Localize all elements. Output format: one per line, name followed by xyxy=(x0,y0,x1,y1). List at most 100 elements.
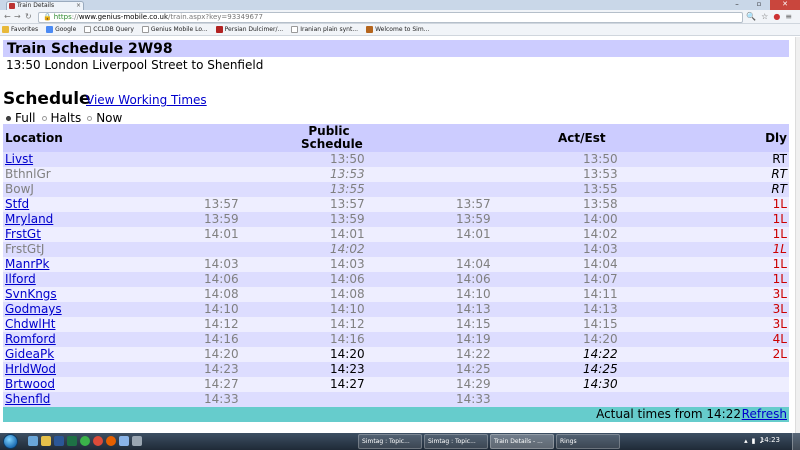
view-working-times-link[interactable]: View Working Times xyxy=(86,93,207,107)
actual-estimated-time: 14:00 xyxy=(583,212,618,226)
public-time: 14:10 xyxy=(330,302,365,316)
working-actual-time: 14:19 xyxy=(456,332,491,346)
train-route: 13:50 London Liverpool Street to Shenfie… xyxy=(6,58,264,72)
location-link[interactable]: ManrPk xyxy=(5,257,49,272)
location-link[interactable]: FrstGt xyxy=(5,227,41,242)
actual-estimated-time: 14:20 xyxy=(583,332,618,346)
delay-value: 3L xyxy=(772,302,787,316)
actual-estimated-time: 14:25 xyxy=(583,362,618,376)
page-title: Train Schedule 2W98 xyxy=(7,41,173,57)
word-icon[interactable] xyxy=(54,436,64,446)
generic-app-icon[interactable] xyxy=(132,436,142,446)
actual-estimated-time: 13:53 xyxy=(583,167,618,181)
bookmark-persian[interactable]: Persian Dulcimer/... xyxy=(215,26,283,33)
location-link[interactable]: Romford xyxy=(5,332,56,347)
bookmark-welcome[interactable]: Welcome to Sim... xyxy=(366,26,429,33)
reload-icon[interactable]: ↻ xyxy=(25,12,32,21)
radio-now[interactable]: Now xyxy=(87,111,122,125)
chrome-icon[interactable] xyxy=(93,436,103,446)
system-clock[interactable]: 14:23 xyxy=(760,436,780,444)
taskbar-window-button[interactable]: Simtag : Topic... xyxy=(358,434,422,449)
location-link[interactable]: SvnKngs xyxy=(5,287,57,302)
windows-taskbar: Simtag : Topic... Simtag : Topic... Train … xyxy=(0,433,800,450)
excel-icon[interactable] xyxy=(67,436,77,446)
menu-icon[interactable]: ≡ xyxy=(785,12,792,21)
firefox-icon[interactable] xyxy=(106,436,116,446)
extension-icon[interactable]: ● xyxy=(773,12,780,21)
public-time: 13:57 xyxy=(330,197,365,211)
network-icon[interactable]: ▮ xyxy=(752,437,756,445)
view-mode-radios: Full Halts Now xyxy=(6,111,128,125)
taskbar-buttons: Simtag : Topic... Simtag : Topic... Train … xyxy=(358,434,620,449)
desktop-icon[interactable] xyxy=(28,436,38,446)
quick-launch xyxy=(28,436,142,446)
browser-tab[interactable]: Train Details × xyxy=(6,1,84,10)
radio-now-dot[interactable] xyxy=(87,115,93,121)
toolbar-icons: 🔍 ☆ ● ≡ xyxy=(746,12,792,21)
actual-estimated-time: 13:58 xyxy=(583,197,618,211)
bookmark-genius[interactable]: Genius Mobile Lo... xyxy=(141,26,208,33)
taskbar-window-button[interactable]: Simtag : Topic... xyxy=(424,434,488,449)
minimize-button[interactable]: – xyxy=(726,0,748,10)
location-link[interactable]: HrldWod xyxy=(5,362,56,377)
site-icon xyxy=(215,26,223,33)
forward-arrow-icon[interactable]: → xyxy=(14,12,21,21)
header-public-schedule: Public Schedule xyxy=(301,124,363,151)
explorer-icon[interactable] xyxy=(41,436,51,446)
show-desktop-button[interactable] xyxy=(792,433,800,450)
page-scrollbar[interactable] xyxy=(795,37,800,433)
bookmark-star-icon[interactable]: ☆ xyxy=(761,12,768,21)
working-actual-time: 14:33 xyxy=(456,392,491,406)
location-link[interactable]: Brtwood xyxy=(5,377,55,392)
bookmark-ccldb[interactable]: CCLDB Query xyxy=(84,26,134,33)
header-location: Location xyxy=(5,131,63,145)
window-close-button[interactable]: ✕ xyxy=(770,0,800,10)
location-link[interactable]: Ilford xyxy=(5,272,36,287)
folder-icon xyxy=(2,26,9,33)
address-bar[interactable]: 🔒 https://www.genius-mobile.co.uk/train.a… xyxy=(38,12,743,23)
bookmark-iranian[interactable]: Iranian plain synt... xyxy=(291,26,358,33)
page-favicon-icon xyxy=(9,3,15,9)
tab-close-icon[interactable]: × xyxy=(76,2,81,10)
working-time: 14:12 xyxy=(204,317,239,331)
actual-estimated-time: 14:13 xyxy=(583,302,618,316)
location-link[interactable]: GideaPk xyxy=(5,347,54,362)
browser-tab-bar: Train Details × – ▫ ✕ xyxy=(0,0,800,10)
generic-app-icon[interactable] xyxy=(119,436,129,446)
bookmark-favorites[interactable]: Favorites xyxy=(2,26,38,33)
refresh-link[interactable]: Refresh xyxy=(742,407,787,422)
working-actual-time: 13:57 xyxy=(456,197,491,211)
start-button[interactable] xyxy=(3,434,18,449)
radio-full-dot[interactable] xyxy=(6,115,11,121)
location-link[interactable]: Mryland xyxy=(5,212,53,227)
taskbar-window-button[interactable]: Rings xyxy=(556,434,620,449)
radio-halts-dot[interactable] xyxy=(41,115,47,121)
url-host: www.genius-mobile.co.uk xyxy=(78,13,169,21)
working-time: 14:23 xyxy=(204,362,239,376)
maximize-button[interactable]: ▫ xyxy=(748,0,770,10)
working-time: 14:08 xyxy=(204,287,239,301)
back-arrow-icon[interactable]: ← xyxy=(4,12,11,21)
table-row: ChdwlHt 14:12 14:12 14:15 14:15 3L xyxy=(3,317,789,332)
delay-value: 3L xyxy=(772,287,787,301)
tray-arrow-icon[interactable]: ▴ xyxy=(744,437,748,445)
page-icon xyxy=(141,26,149,33)
public-time: 14:23 xyxy=(330,362,365,376)
taskbar-window-button[interactable]: Train Details - ... xyxy=(490,434,554,449)
table-row: Godmays 14:10 14:10 14:13 14:13 3L xyxy=(3,302,789,317)
radio-full[interactable]: Full xyxy=(6,111,36,125)
public-time: 14:06 xyxy=(330,272,365,286)
radio-halts[interactable]: Halts xyxy=(41,111,81,125)
location-passing-point: BowJ xyxy=(5,182,34,196)
url-scheme: https xyxy=(53,13,72,21)
location-link[interactable]: ChdwlHt xyxy=(5,317,55,332)
bookmark-google[interactable]: Google xyxy=(46,26,76,33)
site-icon xyxy=(366,26,374,33)
working-actual-time: 14:13 xyxy=(456,302,491,316)
location-link[interactable]: Shenfld xyxy=(5,392,50,407)
whatsapp-icon[interactable] xyxy=(80,436,90,446)
location-link[interactable]: Livst xyxy=(5,152,33,167)
location-link[interactable]: Godmays xyxy=(5,302,62,317)
location-link[interactable]: Stfd xyxy=(5,197,29,212)
zoom-icon[interactable]: 🔍 xyxy=(746,12,756,21)
